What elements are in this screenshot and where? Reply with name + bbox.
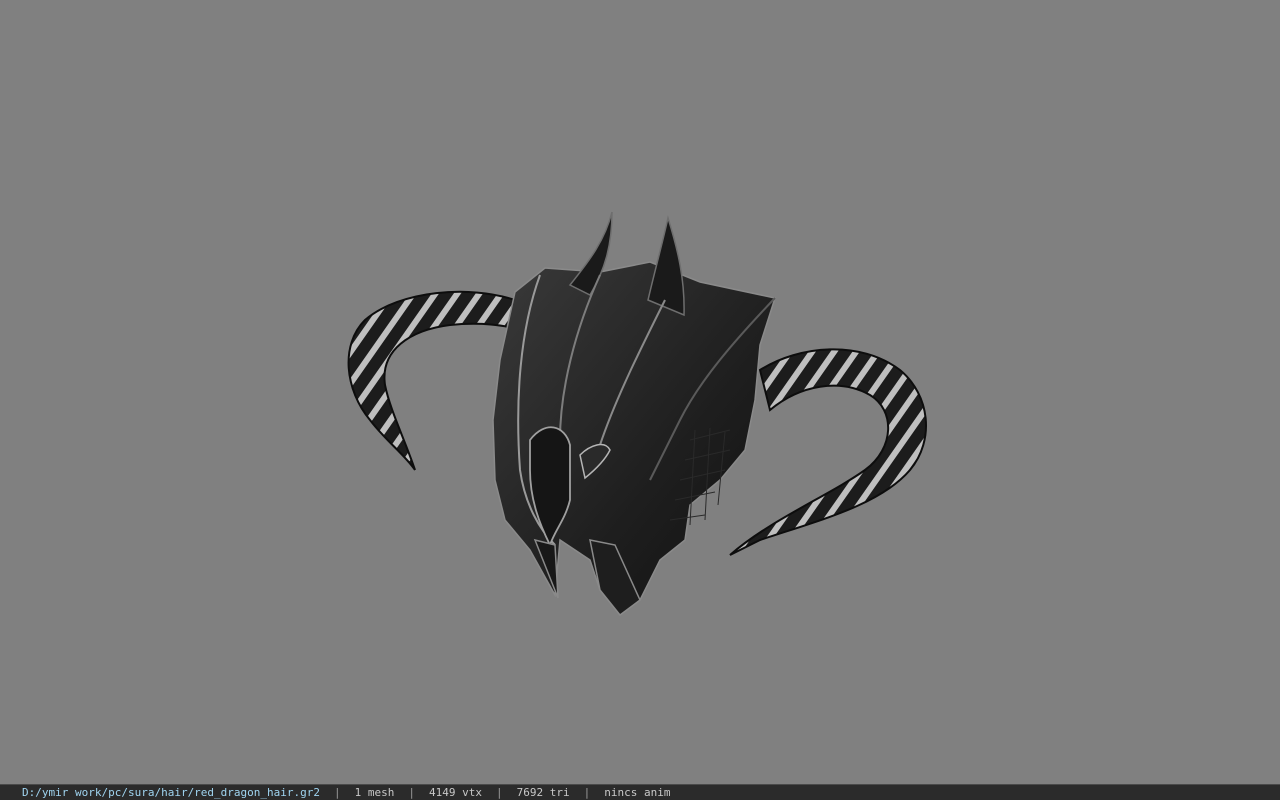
status-bar: D:/ymir work/pc/sura/hair/red_dragon_hai… [0, 784, 1280, 800]
vertex-count: 4149 vtx [429, 785, 482, 799]
right-horn [729, 348, 927, 556]
triangle-count: 7692 tri [516, 785, 570, 799]
animation-status: nincs anim [604, 785, 671, 799]
separator: | [334, 785, 341, 799]
separator: | [408, 785, 416, 799]
mesh-count: 1 mesh [354, 785, 395, 799]
center-fang [533, 538, 559, 599]
file-path: D:/ymir work/pc/sura/hair/red_dragon_hai… [22, 785, 321, 799]
separator: | [496, 785, 503, 799]
horned-dragon-helmet-icon [347, 211, 927, 617]
separator: | [583, 785, 591, 799]
model-viewport[interactable] [0, 0, 1280, 784]
